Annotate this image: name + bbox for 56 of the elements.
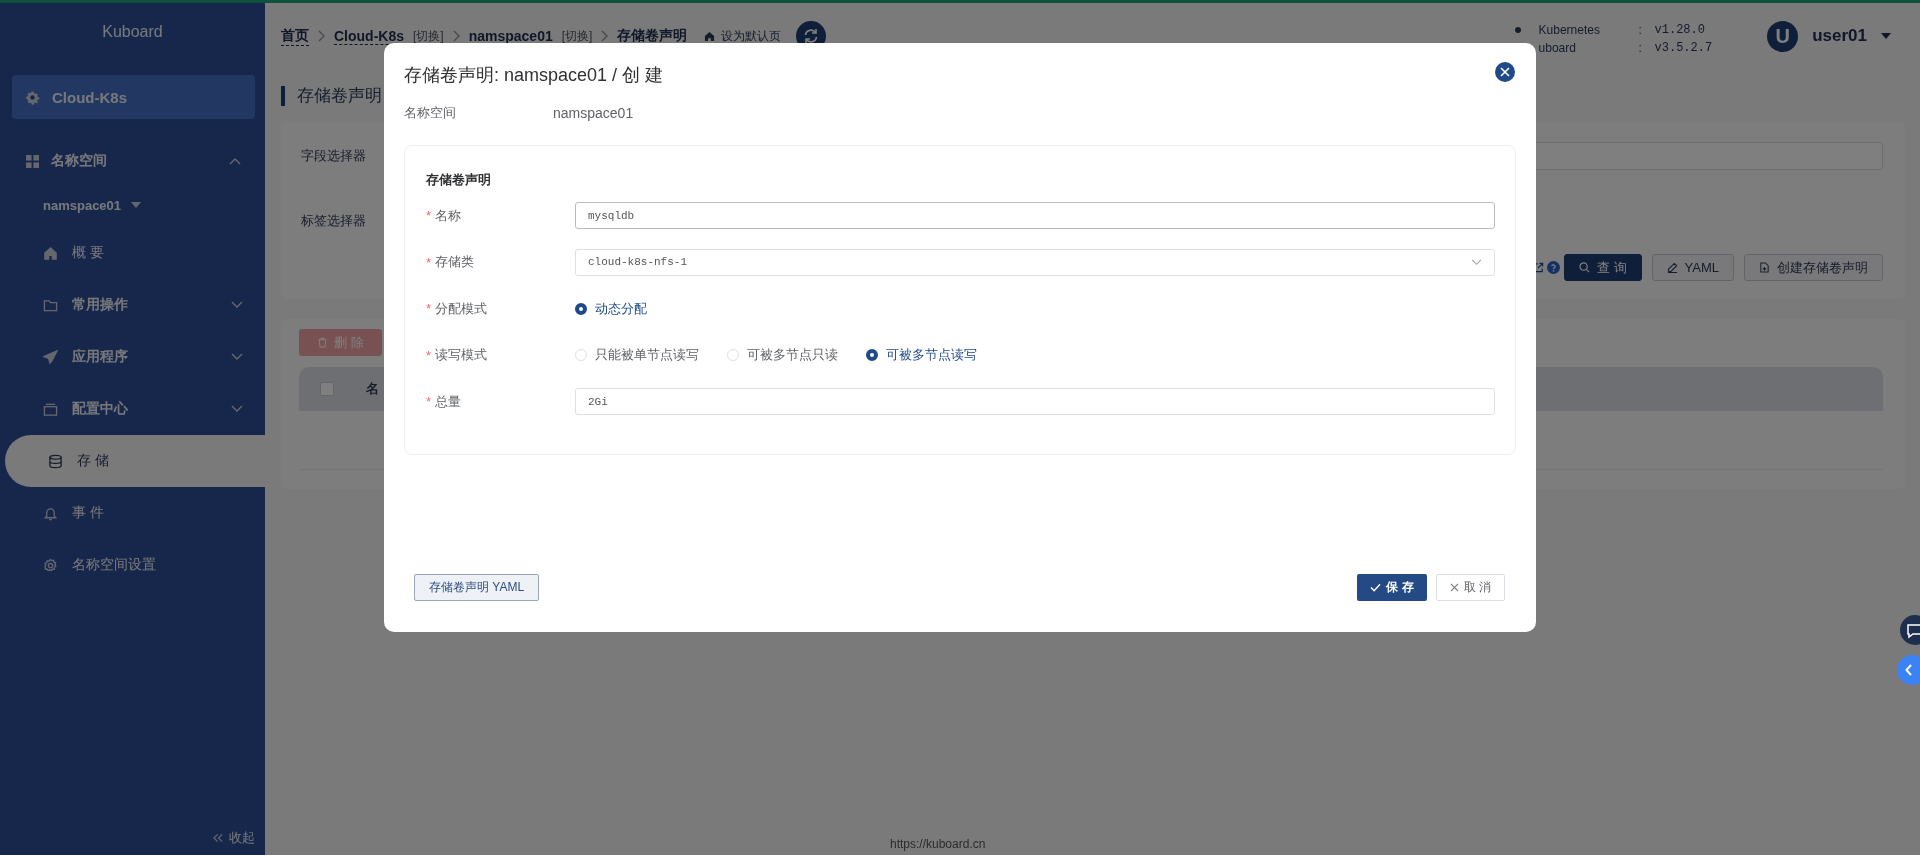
radio-option[interactable]: 动态分配 bbox=[575, 299, 647, 318]
field-label: 分配模式 bbox=[435, 299, 488, 318]
column-header: 名 bbox=[366, 380, 379, 398]
required-mark: * bbox=[426, 208, 432, 223]
create-button[interactable]: 创建存储卷声明 bbox=[1744, 254, 1883, 281]
breadcrumb-link[interactable]: namspace01 bbox=[468, 28, 553, 44]
save-button[interactable]: 保 存 bbox=[1357, 574, 1427, 601]
field-label: 名称 bbox=[435, 206, 462, 225]
radio-option[interactable]: 只能被单节点读写 bbox=[575, 346, 699, 364]
sidebar-item[interactable]: 概 要 bbox=[0, 227, 265, 279]
sidebar-item[interactable]: 名称空间设置 bbox=[0, 539, 265, 591]
set-default-link[interactable]: 设为默认页 bbox=[704, 27, 782, 45]
cancel-button[interactable]: 取 消 bbox=[1435, 574, 1505, 601]
filter-label: 标签选择器 bbox=[301, 211, 367, 230]
search-button[interactable]: 查 询 bbox=[1563, 254, 1642, 281]
field-label: 读写模式 bbox=[435, 346, 488, 364]
namespace-selector[interactable]: namspace01 bbox=[0, 183, 265, 227]
version-label: uboard bbox=[1538, 41, 1577, 55]
sidebar-item[interactable]: 事 件 bbox=[0, 487, 265, 539]
field-label: 存储类 bbox=[435, 253, 475, 271]
switch-link[interactable]: [切换] bbox=[561, 27, 593, 45]
version-separator: : bbox=[1638, 41, 1643, 55]
collapse-button[interactable]: 收起 bbox=[0, 829, 265, 855]
version-value: v3.5.2.7 bbox=[1654, 41, 1713, 55]
cluster-item[interactable]: Cloud-K8s bbox=[12, 75, 255, 119]
sidebar-item[interactable]: 应用程序 bbox=[0, 331, 265, 383]
input-field[interactable]: mysqldb bbox=[575, 202, 1495, 229]
select-field[interactable]: cloud-k8s-nfs-1 bbox=[575, 248, 1495, 276]
radio-option[interactable]: 可被多节点只读 bbox=[727, 346, 838, 364]
field-value: namspace01 bbox=[553, 104, 634, 123]
breadcrumb-link[interactable]: 首页 bbox=[281, 26, 309, 46]
version-value: v1.28.0 bbox=[1654, 23, 1705, 37]
sidebar-item[interactable]: 常用操作 bbox=[0, 279, 265, 331]
yaml-button[interactable]: 存储卷声明 YAML bbox=[414, 574, 540, 601]
user-menu[interactable]: U user01 bbox=[1767, 20, 1891, 52]
section-title: 存储卷声明 bbox=[426, 171, 492, 189]
radio-option[interactable]: 可被多节点读写 bbox=[866, 346, 977, 364]
required-mark: * bbox=[426, 394, 432, 409]
version-separator: : bbox=[1638, 23, 1643, 37]
input-field[interactable]: 2Gi bbox=[575, 388, 1495, 415]
yaml-button[interactable]: YAML bbox=[1651, 254, 1734, 281]
required-mark: * bbox=[426, 301, 432, 316]
dialog-title: 存储卷声明: namspace01 / 创 建 bbox=[404, 64, 664, 87]
field-label: 名称空间 bbox=[404, 104, 457, 122]
sidebar-item[interactable]: 配置中心 bbox=[0, 383, 265, 435]
version-label: Kubernetes bbox=[1538, 23, 1601, 37]
switch-link[interactable]: [切换] bbox=[413, 27, 444, 45]
filter-label: 字段选择器 bbox=[301, 147, 367, 165]
namespace-section[interactable]: 名称空间 bbox=[0, 139, 265, 183]
user-avatar: U bbox=[1767, 20, 1799, 52]
footer-link[interactable]: https://kuboard.cn bbox=[890, 837, 986, 851]
required-mark: * bbox=[426, 347, 432, 363]
required-mark: * bbox=[426, 254, 432, 270]
sidebar-item[interactable]: 存 储 bbox=[5, 435, 265, 487]
field-label: 总量 bbox=[435, 392, 462, 411]
app-title: Kuboard bbox=[101, 22, 164, 42]
